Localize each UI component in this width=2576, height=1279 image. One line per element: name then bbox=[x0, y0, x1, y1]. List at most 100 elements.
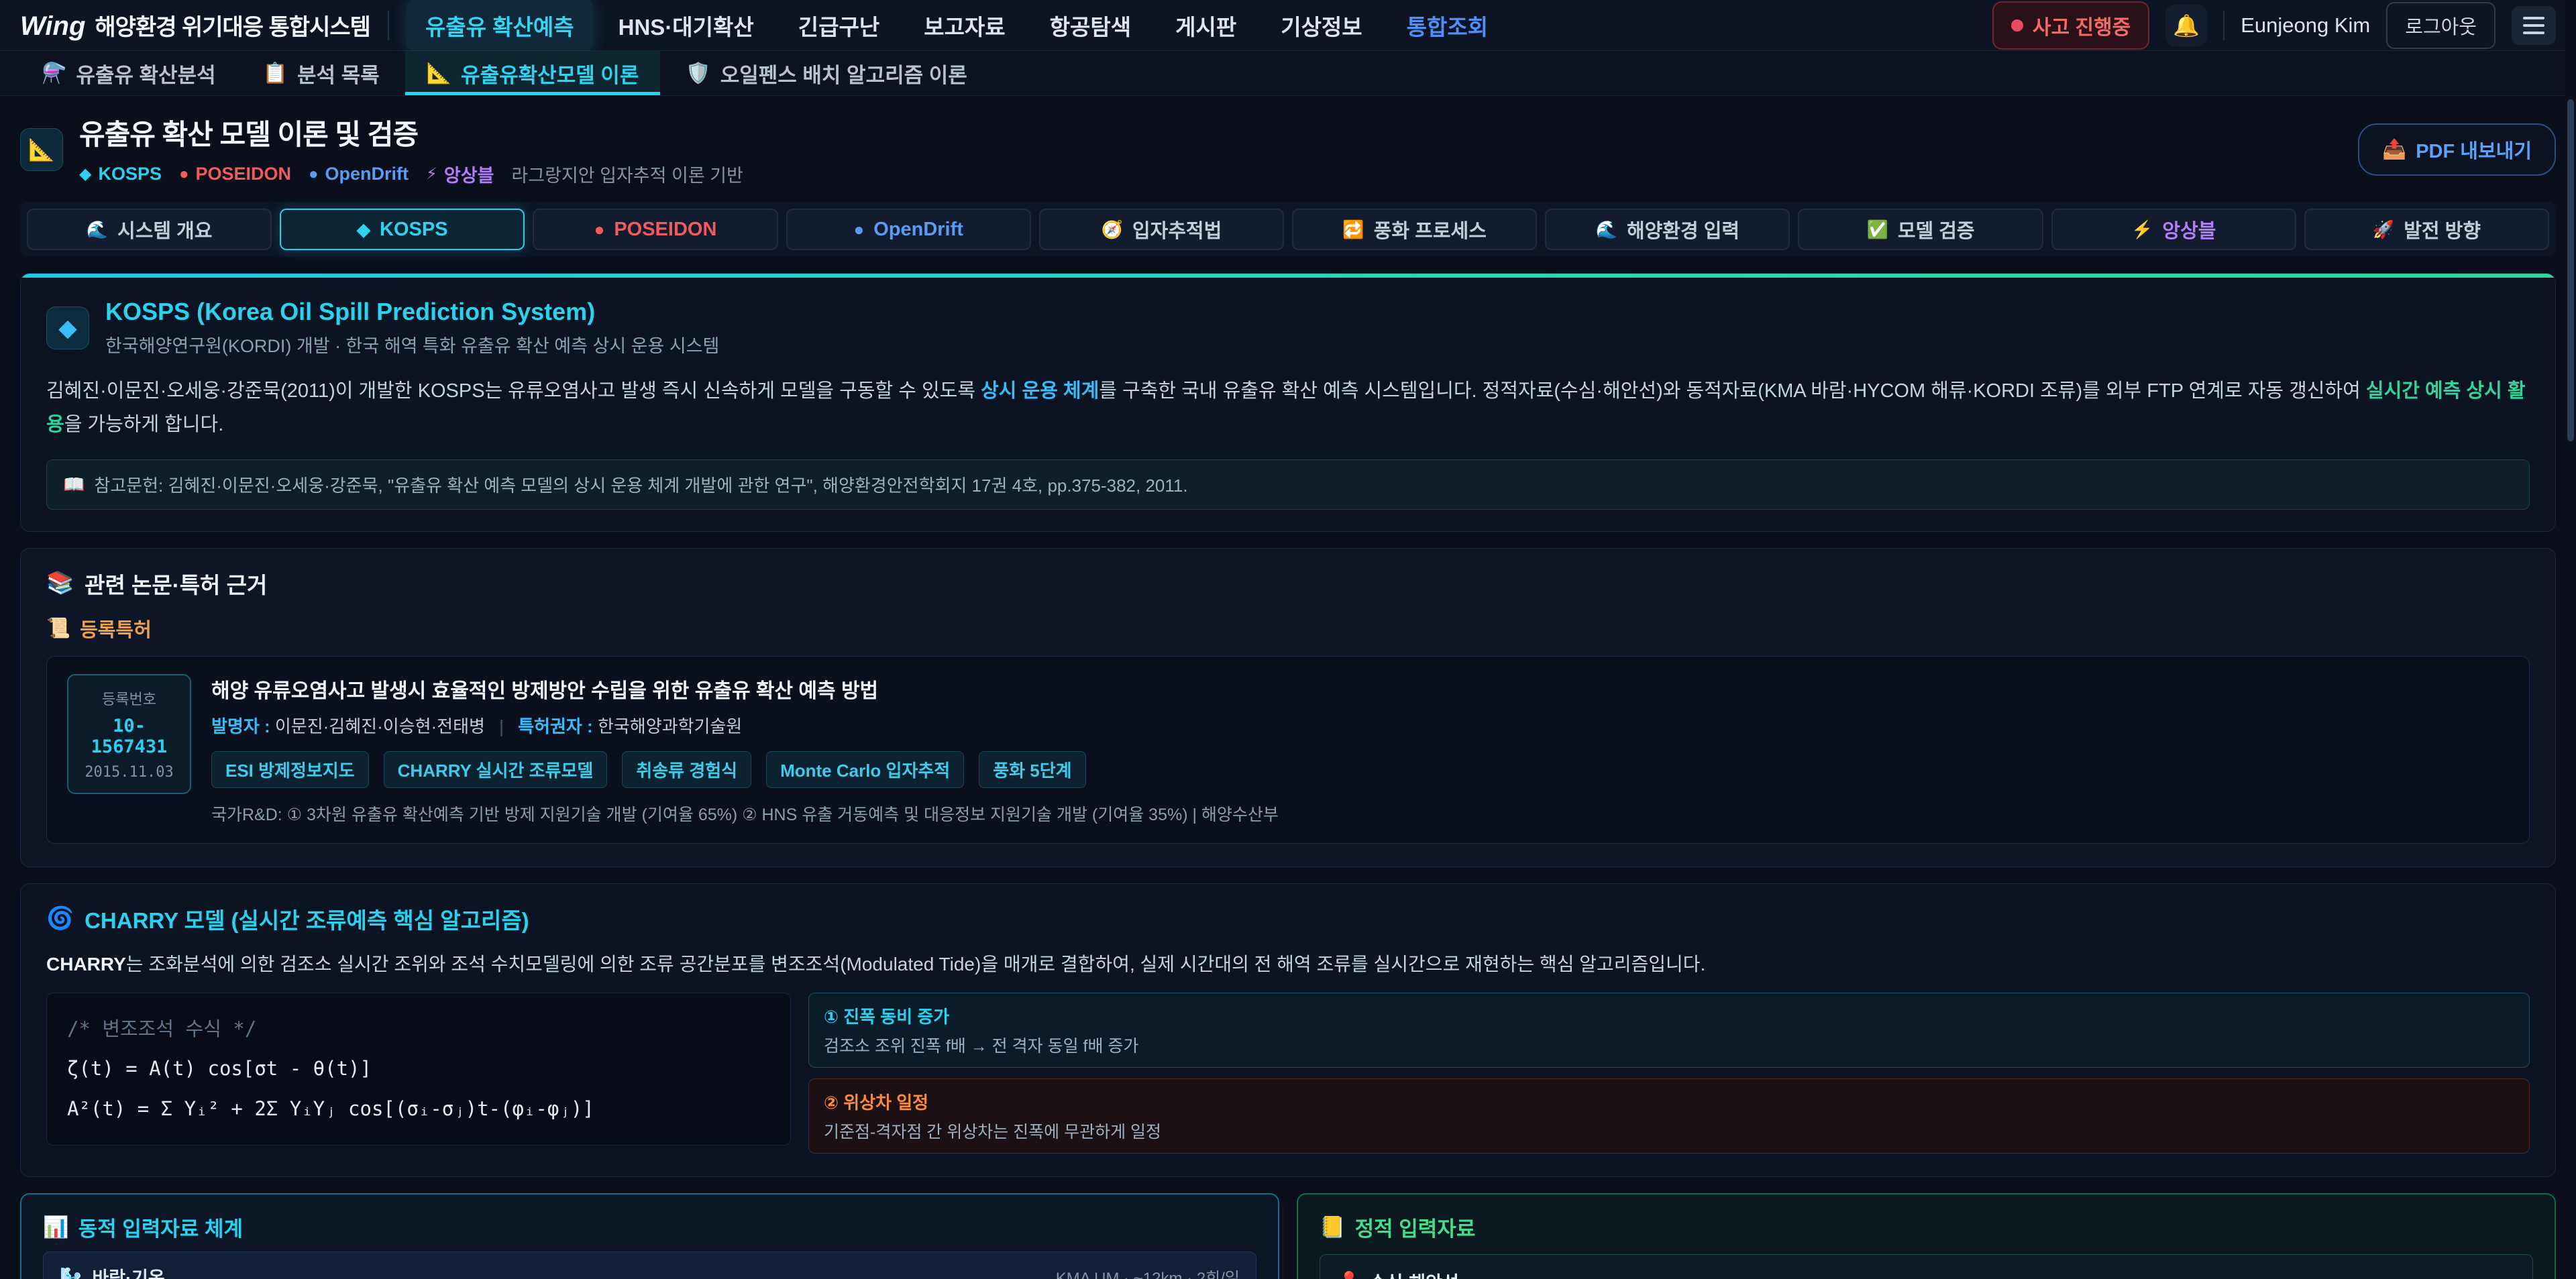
dynamic-input-card: 📊 동적 입력자료 체계 🌬️바람·기온 KMA UM · ~12km · 2회… bbox=[20, 1193, 1279, 1279]
badge-poseidon: ● POSEIDON bbox=[179, 164, 291, 184]
tab-kosps[interactable]: ◆ KOSPS bbox=[280, 209, 525, 250]
charry-notes: ① 진폭 동비 증가 검조소 조위 진폭 f배 → 전 격자 동일 f배 증가 … bbox=[808, 993, 2530, 1154]
tab-opendrift[interactable]: ● OpenDrift bbox=[786, 209, 1031, 250]
scroll-icon: 📜 bbox=[46, 617, 70, 640]
papers-section-title: 📚 관련 논문·특허 근거 bbox=[46, 567, 2530, 600]
note-body: 기준점-격자점 간 위상차는 진폭에 무관하게 일정 bbox=[824, 1119, 2514, 1143]
badge-opendrift: ● OpenDrift bbox=[309, 164, 409, 184]
logout-button[interactable]: 로그아웃 bbox=[2386, 2, 2496, 49]
charry-description: CHARRY는 조화분석에 의한 검조소 실시간 조위와 조석 수치모델링에 의… bbox=[46, 950, 2530, 977]
nav-item-weather[interactable]: 기상정보 bbox=[1262, 0, 1381, 52]
tab-label: OpenDrift bbox=[873, 219, 963, 241]
patent-registration-box: 등록번호 10-1567431 2015.11.03 bbox=[67, 674, 191, 794]
row-label: 바람·기온 bbox=[92, 1264, 164, 1279]
app-logo: Wing 해양환경 위기대응 통합시스템 bbox=[20, 9, 370, 42]
logo-wing-mark: Wing bbox=[20, 11, 85, 42]
tab-particle-tracking[interactable]: 🧭 입자추적법 bbox=[1039, 209, 1284, 250]
wave-icon: 🌊 bbox=[87, 219, 108, 240]
charry-section-title: 🌀 CHARRY 모델 (실시간 조류예측 핵심 알고리즘) bbox=[46, 903, 2530, 935]
red-dot-icon: ● bbox=[179, 165, 189, 184]
tab-future-direction[interactable]: 🚀 발전 방향 bbox=[2304, 209, 2549, 250]
navbar-divider bbox=[388, 11, 389, 40]
nav-item-board[interactable]: 게시판 bbox=[1157, 0, 1255, 52]
pdf-export-button[interactable]: 📤 PDF 내보내기 bbox=[2358, 123, 2556, 176]
tag-monte-carlo[interactable]: Monte Carlo 입자추적 bbox=[766, 751, 964, 788]
badge-label: 앙상블 bbox=[444, 161, 494, 187]
inventors-label: 발명자 : bbox=[211, 716, 270, 736]
subtab-spill-analysis[interactable]: ⚗️ 유출유 확산분석 bbox=[20, 51, 237, 95]
kosps-description: 김혜진·이문진·오세웅·강준묵(2011)이 개발한 KOSPS는 유류오염사고… bbox=[46, 375, 2530, 442]
registration-number-label: 등록번호 bbox=[75, 687, 183, 709]
kosps-diamond-icon: ◆ bbox=[46, 307, 89, 349]
tag-charry-model[interactable]: CHARRY 실시간 조류모델 bbox=[384, 751, 608, 788]
tab-label: 모델 검증 bbox=[1898, 215, 1975, 243]
kosps-title: KOSPS (Korea Oil Spill Prediction System… bbox=[105, 298, 719, 326]
charry-text: 는 조화분석에 의한 검조소 실시간 조위와 조석 수치모델링에 의한 조류 공… bbox=[126, 954, 1706, 975]
cyclone-icon: 🌀 bbox=[46, 905, 74, 932]
incident-dot-icon bbox=[2011, 19, 2023, 32]
patent-card: 등록번호 10-1567431 2015.11.03 해양 유류오염사고 발생시… bbox=[46, 656, 2530, 844]
registration-date: 2015.11.03 bbox=[75, 764, 183, 781]
tab-label: 시스템 개요 bbox=[117, 215, 212, 243]
tab-system-overview[interactable]: 🌊 시스템 개요 bbox=[27, 209, 272, 250]
tab-model-validation[interactable]: ✅ 모델 검증 bbox=[1798, 209, 2043, 250]
tag-esi-map[interactable]: ESI 방제정보지도 bbox=[211, 751, 369, 788]
tab-ensemble[interactable]: ⚡ 앙상블 bbox=[2051, 209, 2296, 250]
nav-item-oil-spill-prediction[interactable]: 유출유 확산예측 bbox=[407, 0, 593, 52]
tag-weathering-5[interactable]: 풍화 5단계 bbox=[979, 751, 1085, 788]
nav-item-aerial-search[interactable]: 항공탐색 bbox=[1031, 0, 1150, 52]
patent-details: 해양 유류오염사고 발생시 효율적인 방제방안 수립을 위한 유출유 확산 예측… bbox=[211, 674, 1279, 826]
book-icon: 📖 bbox=[63, 474, 85, 495]
top-navbar: Wing 해양환경 위기대응 통합시스템 유출유 확산예측 HNS·대기확산 긴… bbox=[0, 0, 2576, 51]
kosps-reference-text: 참고문헌: 김혜진·이문진·오세웅·강준묵, "유출유 확산 예측 모델의 상시… bbox=[94, 472, 1187, 497]
subtab-oil-fence-theory[interactable]: 🛡️ 오일펜스 배치 알고리즘 이론 bbox=[664, 51, 988, 95]
dynamic-input-title-text: 동적 입력자료 체계 bbox=[78, 1212, 243, 1242]
tab-ocean-env-input[interactable]: 🌊 해양환경 입력 bbox=[1545, 209, 1790, 250]
badge-label: KOSPS bbox=[98, 164, 162, 184]
nav-item-rescue[interactable]: 긴급구난 bbox=[780, 0, 898, 52]
assignee-value: 한국해양과학기술원 bbox=[598, 716, 742, 736]
charry-name-bold: CHARRY bbox=[46, 954, 126, 975]
badge-label: POSEIDON bbox=[196, 164, 292, 184]
static-input-title-text: 정적 입력자료 bbox=[1355, 1212, 1476, 1242]
subtab-label: 유출유 확산분석 bbox=[76, 58, 215, 89]
inventors-value: 이문진·김혜진·이승현·전태병 bbox=[275, 716, 485, 736]
nav-item-reports[interactable]: 보고자료 bbox=[905, 0, 1024, 52]
incident-status-badge[interactable]: 사고 진행중 bbox=[1992, 1, 2149, 50]
patent-title: 해양 유류오염사고 발생시 효율적인 방제방안 수립을 위한 유출유 확산 예측… bbox=[211, 674, 1279, 704]
subtab-analysis-list[interactable]: 📋 분석 목록 bbox=[241, 51, 401, 95]
box-title: 수심·해안선 bbox=[1370, 1268, 1459, 1279]
pdf-export-label: PDF 내보내기 bbox=[2416, 135, 2532, 164]
kosps-header: ◆ KOSPS (Korea Oil Spill Prediction Syst… bbox=[46, 298, 2530, 357]
tag-wdc-formula[interactable]: 취송류 경험식 bbox=[622, 751, 751, 788]
lightning-icon: ⚡ bbox=[2131, 219, 2153, 240]
papers-patent-section: 📚 관련 논문·특허 근거 📜 등록특허 등록번호 10-1567431 201… bbox=[20, 548, 2556, 867]
badge-note: 라그랑지안 입자추적 이론 기반 bbox=[511, 161, 743, 187]
page-scrollbar[interactable] bbox=[2565, 0, 2576, 1279]
incident-status-label: 사고 진행중 bbox=[2033, 11, 2131, 40]
row-wind-temp[interactable]: 🌬️바람·기온 KMA UM · ~12km · 2회/일 bbox=[43, 1252, 1256, 1279]
nav-item-hns[interactable]: HNS·대기확산 bbox=[600, 0, 773, 52]
tab-poseidon[interactable]: ● POSEIDON bbox=[533, 209, 777, 250]
input-data-grid: 📊 동적 입력자료 체계 🌬️바람·기온 KMA UM · ~12km · 2회… bbox=[20, 1193, 2556, 1279]
red-dot-icon: ● bbox=[594, 219, 605, 240]
notifications-button[interactable]: 🔔 bbox=[2165, 5, 2207, 46]
scrollbar-thumb[interactable] bbox=[2567, 99, 2574, 441]
main-nav: 유출유 확산예측 HNS·대기확산 긴급구난 보고자료 항공탐색 게시판 기상정… bbox=[407, 0, 1507, 52]
tab-weathering-process[interactable]: 🔁 풍화 프로세스 bbox=[1292, 209, 1537, 250]
app-title: 해양환경 위기대응 통합시스템 bbox=[95, 9, 370, 42]
modulated-tide-code-block: /* 변조조석 수식 */ ζ(t) = A(t) cos[σt - θ(t)]… bbox=[46, 993, 791, 1146]
kosps-highlight-operation: 상시 운용 체계 bbox=[981, 380, 1099, 402]
page-title: 유출유 확산 모델 이론 및 검증 bbox=[79, 112, 743, 153]
hamburger-menu-button[interactable] bbox=[2512, 6, 2556, 45]
papers-title-text: 관련 논문·특허 근거 bbox=[85, 567, 267, 600]
tab-label: 발전 방향 bbox=[2404, 215, 2481, 243]
row-value: KMA UM · ~12km · 2회/일 bbox=[1056, 1265, 1240, 1279]
navbar-divider bbox=[2223, 11, 2224, 40]
export-icon: 📤 bbox=[2382, 138, 2406, 161]
subtab-model-theory[interactable]: 📐 유출유확산모델 이론 bbox=[405, 51, 661, 95]
dynamic-input-title: 📊 동적 입력자료 체계 bbox=[43, 1212, 1256, 1242]
registered-patent-label: 등록특허 bbox=[80, 614, 152, 643]
nav-item-integrated-search[interactable]: 통합조회 bbox=[1388, 0, 1507, 52]
books-icon: 📚 bbox=[46, 570, 74, 596]
